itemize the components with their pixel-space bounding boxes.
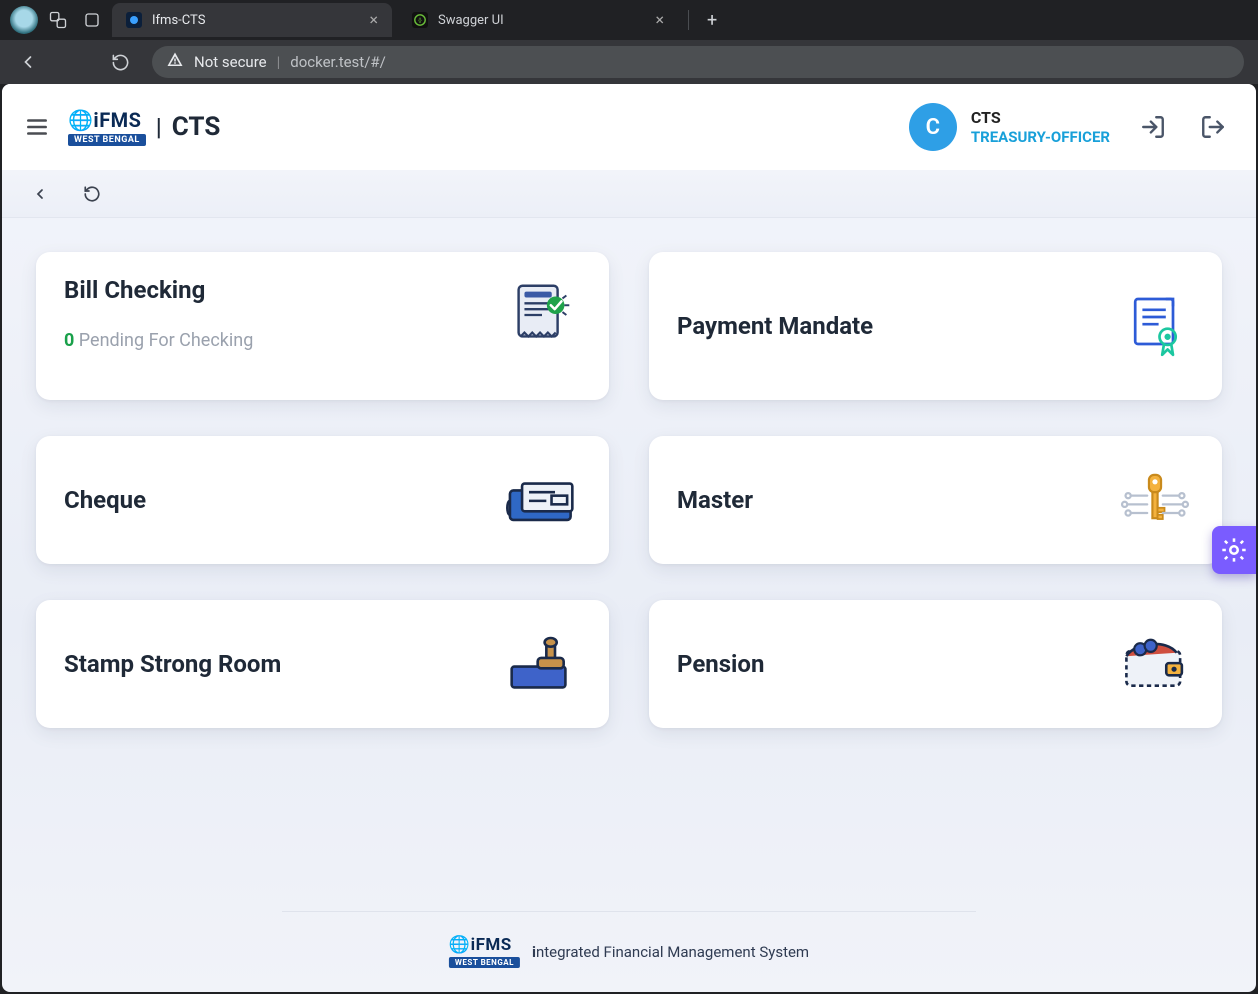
sub-toolbar — [2, 170, 1256, 218]
tab-title: Swagger UI — [438, 13, 504, 28]
tab-swagger[interactable]: {} Swagger UI × — [398, 3, 678, 37]
favicon-swagger-icon: {} — [412, 12, 428, 28]
card-cheque[interactable]: Cheque — [36, 436, 609, 564]
url-text: docker.test/#/ — [290, 53, 386, 71]
favicon-ifms-icon — [126, 12, 142, 28]
dashboard-cards: Bill Checking 0 Pending For Checking — [2, 218, 1256, 762]
brand-separator: | — [156, 113, 162, 141]
brand-primary: iFMS — [93, 108, 141, 132]
address-separator: | — [277, 53, 281, 71]
pending-label: Pending For Checking — [79, 330, 254, 351]
footer: 🌐iFMS WEST BENGAL integrated Financial M… — [449, 935, 809, 968]
settings-fab[interactable] — [1212, 526, 1256, 574]
card-payment-mandate[interactable]: Payment Mandate — [649, 252, 1222, 400]
profile-avatar-icon[interactable] — [10, 6, 38, 34]
user-role: TREASURY-OFFICER — [971, 128, 1110, 146]
cheque-book-icon — [503, 461, 581, 539]
app-header: 🌐iFMS WEST BENGAL | CTS C CTS TREASURY-O… — [2, 84, 1256, 170]
brand-app: CTS — [172, 112, 221, 142]
card-title: Cheque — [64, 486, 146, 514]
card-title: Stamp Strong Room — [64, 650, 281, 678]
receipt-check-icon — [503, 276, 581, 354]
master-key-icon — [1116, 461, 1194, 539]
reload-button[interactable] — [106, 48, 134, 76]
tab-separator — [688, 10, 689, 30]
app-viewport: 🌐iFMS WEST BENGAL | CTS C CTS TREASURY-O… — [2, 84, 1256, 992]
certificate-icon — [1116, 287, 1194, 365]
tab-title: Ifms-CTS — [152, 13, 205, 28]
card-stamp-strong-room[interactable]: Stamp Strong Room — [36, 600, 609, 728]
wallet-icon — [1116, 625, 1194, 703]
address-bar[interactable]: Not secure | docker.test/#/ — [152, 46, 1244, 78]
workspaces-icon[interactable] — [44, 6, 72, 34]
user-avatar[interactable]: C — [909, 103, 957, 151]
refresh-icon[interactable] — [80, 182, 104, 206]
close-tab-icon[interactable]: × — [655, 12, 664, 28]
back-button[interactable] — [14, 48, 42, 76]
card-title: Bill Checking — [64, 276, 253, 304]
tab-overview-icon[interactable] — [78, 6, 106, 34]
menu-button[interactable] — [20, 110, 54, 144]
logout-icon[interactable] — [1196, 110, 1230, 144]
card-title: Payment Mandate — [677, 312, 873, 340]
browser-tab-strip: Ifms-CTS × {} Swagger UI × + — [0, 0, 1258, 40]
card-subtitle: 0 Pending For Checking — [64, 330, 253, 351]
back-icon[interactable] — [28, 182, 52, 206]
user-block: C CTS TREASURY-OFFICER — [909, 103, 1230, 151]
not-secure-icon — [166, 51, 184, 73]
forward-button — [60, 48, 88, 76]
footer-text: integrated Financial Management System — [532, 943, 809, 961]
card-master[interactable]: Master — [649, 436, 1222, 564]
security-label: Not secure — [194, 53, 267, 71]
login-icon[interactable] — [1136, 110, 1170, 144]
card-bill-checking[interactable]: Bill Checking 0 Pending For Checking — [36, 252, 609, 400]
card-title: Master — [677, 486, 753, 514]
close-tab-icon[interactable]: × — [369, 12, 378, 28]
brand-block: 🌐iFMS WEST BENGAL | CTS — [68, 108, 220, 146]
brand-region: WEST BENGAL — [68, 134, 146, 146]
pending-count: 0 — [64, 330, 74, 351]
stamp-icon — [503, 625, 581, 703]
footer-logo: 🌐iFMS WEST BENGAL — [449, 935, 520, 968]
new-tab-button[interactable]: + — [699, 10, 725, 31]
svg-text:{}: {} — [418, 17, 422, 24]
browser-toolbar: Not secure | docker.test/#/ — [0, 40, 1258, 84]
card-pension[interactable]: Pension — [649, 600, 1222, 728]
brand-logo: 🌐iFMS WEST BENGAL — [68, 108, 146, 146]
user-name: CTS — [971, 108, 1110, 127]
card-title: Pension — [677, 650, 764, 678]
footer-divider — [282, 911, 976, 912]
tab-ifms-cts[interactable]: Ifms-CTS × — [112, 3, 392, 37]
